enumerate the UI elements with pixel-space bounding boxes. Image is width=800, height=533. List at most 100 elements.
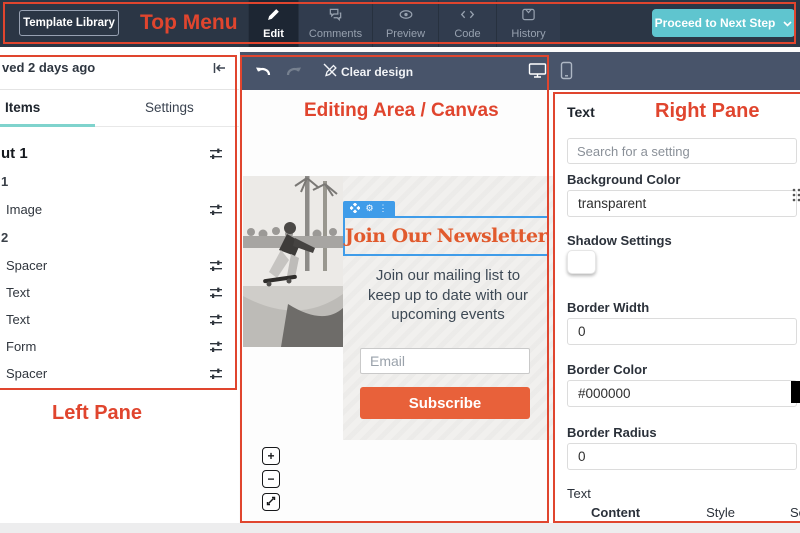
subscribe-button[interactable]: Subscribe [360,387,530,419]
clear-design-label[interactable]: Clear design [341,65,413,79]
tree-item-label: Text [0,312,30,327]
border-width-input[interactable] [567,318,797,345]
code-icon [460,7,475,25]
save-status-text: ved 2 days ago [2,60,95,75]
tree-item-label: Spacer [0,258,47,273]
editing-canvas[interactable]: ⚙ ⋮ Join Our Newsletter Join our mailing… [240,90,553,523]
border-width-label: Border Width [567,300,649,315]
desktop-view-icon[interactable] [528,62,547,84]
active-tab-underline [0,124,95,127]
collapse-pane-icon[interactable] [212,61,227,80]
undo-icon[interactable] [254,63,272,83]
tree-item-label: 2 [0,230,8,245]
top-menu-bar: Template Library Edit Comments [0,0,800,47]
tab-label: Code [454,28,480,40]
envelope-icon [521,7,536,25]
clear-design-icon[interactable] [322,62,338,83]
color-picker-dots-icon[interactable] [792,188,800,202]
tab-label: Preview [386,28,425,40]
eye-icon [398,7,414,25]
tree-item-label: Form [0,339,36,354]
gear-icon[interactable]: ⚙ [365,204,373,213]
newsletter-body-text[interactable]: Join our mailing list to keep up to date… [358,266,538,325]
text-section-label: Text [567,486,591,501]
email-field[interactable] [360,348,530,374]
tree-item-text[interactable]: Text [0,279,237,306]
tab-label: Comments [309,28,362,40]
border-color-input[interactable] [567,380,797,407]
expand-icon [266,495,276,509]
comments-icon [328,7,343,25]
shadow-toggle[interactable] [567,250,596,274]
tree-item-spacer[interactable]: Spacer [0,360,237,387]
tree-item-spacer[interactable]: Spacer [0,252,237,279]
selected-heading-block[interactable]: Join Our Newsletter [343,216,549,256]
redo-icon[interactable] [285,63,303,83]
tab-edit[interactable]: Edit [248,0,298,47]
tab-label: Edit [263,28,284,40]
border-color-label: Border Color [567,362,647,377]
tune-settings-icon[interactable] [208,339,224,355]
zoom-fit-button[interactable] [262,493,280,511]
newsletter-heading: Join Our Newsletter [345,225,547,247]
tree-item-label: Spacer [0,366,47,381]
chevron-down-icon [783,16,792,30]
tab-preview[interactable]: Preview [372,0,438,47]
tree-item-column[interactable]: 2 [0,224,237,251]
mobile-view-icon[interactable] [560,61,573,85]
design-row: ⚙ ⋮ Join Our Newsletter Join our mailing… [243,176,553,440]
tune-settings-icon[interactable] [208,202,224,218]
left-pane-header: ved 2 days ago [0,47,239,90]
search-input[interactable] [567,138,797,164]
tree-item-image[interactable]: Image [0,196,237,223]
border-radius-label: Border Radius [567,425,657,440]
tree-item-label: Text [0,285,30,300]
left-pane-tab-bar: Items Settings [0,90,239,127]
right-pane-bottom-tabs: Content Style Settings [567,505,800,520]
tune-settings-icon[interactable] [208,258,224,274]
tune-settings-icon[interactable] [208,312,224,328]
tab-style[interactable]: Style [706,505,735,520]
background-color-label: Background Color [567,172,680,187]
shadow-settings-label: Shadow Settings [567,233,672,248]
tab-history[interactable]: History [496,0,560,47]
tune-settings-icon[interactable] [208,366,224,382]
app-window: Template Library Edit Comments [0,0,800,533]
proceed-label: Proceed to Next Step [655,16,776,30]
pencil-icon [266,7,281,25]
tune-settings-icon[interactable] [208,285,224,301]
tree-item-label: ut 1 [0,145,28,162]
tab-items[interactable]: Items [5,100,40,115]
newsletter-card[interactable]: ⚙ ⋮ Join Our Newsletter Join our mailing… [343,176,553,440]
tab-comments[interactable]: Comments [298,0,372,47]
border-radius-input[interactable] [567,443,797,470]
tree-item-layout[interactable]: ut 1 [0,140,237,167]
canvas-bottom-strip [0,523,800,533]
selected-element-title: Text [567,104,595,120]
background-color-input[interactable] [567,190,797,217]
tab-label: History [511,28,545,40]
zoom-out-button[interactable]: − [262,470,280,488]
top-menu-tabs: Edit Comments Preview [248,0,560,47]
canvas-image-skateboarder[interactable] [243,176,343,347]
more-options-icon[interactable]: ⋮ [379,204,388,213]
tree-item-form[interactable]: Form [0,333,237,360]
tree-item-column[interactable]: 1 [0,168,237,195]
template-library-button[interactable]: Template Library [19,10,119,36]
tune-settings-icon[interactable] [208,146,224,162]
tab-content[interactable]: Content [591,505,640,520]
left-pane: ved 2 days ago Items Settings ut 1 1 Ima… [0,47,239,523]
tree-item-label: 1 [0,174,8,189]
border-color-swatch[interactable] [791,381,800,403]
tree-item-text[interactable]: Text [0,306,237,333]
move-icon[interactable] [350,203,360,215]
tab-settings[interactable]: Settings [145,100,194,115]
zoom-in-button[interactable]: + [262,447,280,465]
proceed-next-step-button[interactable]: Proceed to Next Step [652,9,795,37]
tree-item-label: Image [0,202,42,217]
right-pane: Text Background Color Shadow Settings Bo… [553,90,800,523]
tab-code[interactable]: Code [438,0,496,47]
tab-settings-bottom[interactable]: Settings [790,505,800,520]
selection-toolbar-chip: ⚙ ⋮ [343,201,395,216]
canvas-toolbar: Clear design [240,52,800,90]
